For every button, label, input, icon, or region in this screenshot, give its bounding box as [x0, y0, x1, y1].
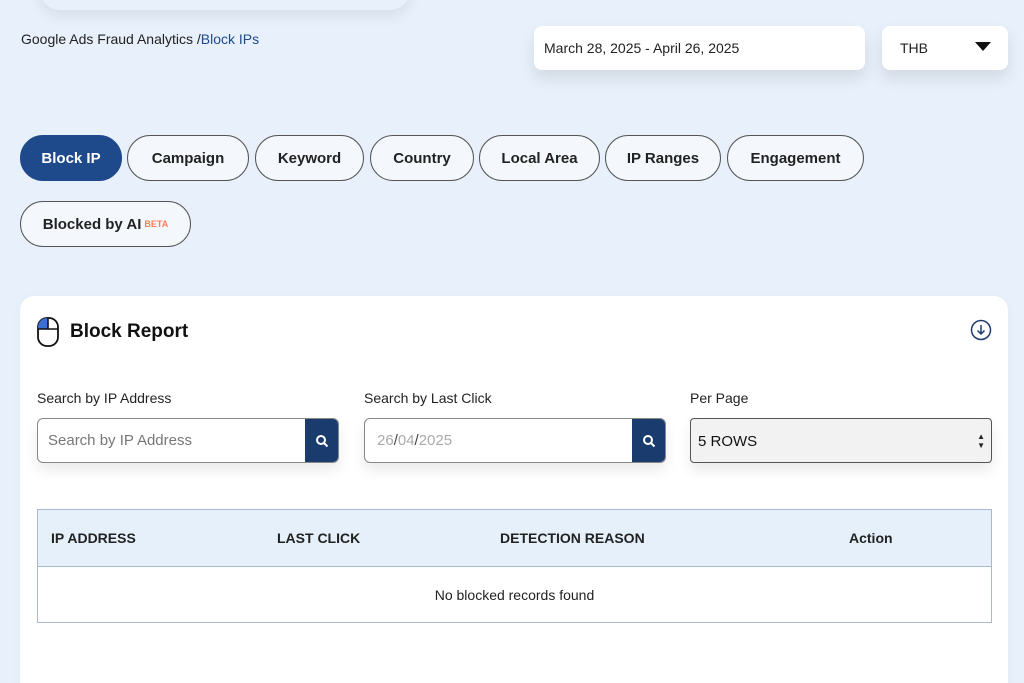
- date-year: 2025: [418, 432, 453, 449]
- search-click-button[interactable]: [632, 419, 665, 462]
- column-ip-address: IP ADDRESS: [51, 530, 136, 546]
- card-title: Block Report: [70, 321, 189, 342]
- tab-keyword[interactable]: Keyword: [255, 135, 364, 181]
- currency-dropdown[interactable]: THB: [882, 26, 1008, 70]
- currency-value: THB: [900, 40, 928, 56]
- select-arrows-icon: ▲ ▼: [977, 432, 985, 450]
- tab-label: Blocked by AI: [42, 215, 142, 233]
- tab-label: IP Ranges: [626, 149, 700, 167]
- tab-label: Engagement: [750, 149, 841, 167]
- tab-country[interactable]: Country: [370, 135, 474, 181]
- search-icon: [315, 434, 328, 447]
- tab-engagement[interactable]: Engagement: [727, 135, 864, 181]
- tab-label: Block IP: [41, 149, 101, 167]
- tab-label: Country: [393, 149, 451, 167]
- column-detection-reason: DETECTION REASON: [500, 530, 645, 546]
- download-icon[interactable]: [970, 319, 992, 341]
- tab-label: Keyword: [277, 149, 342, 167]
- table-header: IP ADDRESS LAST CLICK DETECTION REASON A…: [38, 510, 991, 567]
- beta-badge: BETA: [144, 219, 169, 229]
- column-last-click: LAST CLICK: [277, 530, 361, 546]
- tab-blocked-by-ai[interactable]: Blocked by AI BETA: [20, 201, 191, 247]
- date-month: 04: [397, 432, 415, 449]
- column-action: Action: [849, 530, 893, 546]
- per-page-value: 5 ROWS: [698, 433, 758, 450]
- search-ip-label: Search by IP Address: [37, 390, 172, 406]
- search-click-field[interactable]: 26/04/2025: [364, 418, 666, 463]
- tab-label: Campaign: [151, 149, 225, 167]
- top-bar-decoration: [40, 0, 410, 10]
- breadcrumb-current: Block IPs: [200, 31, 260, 47]
- tab-campaign[interactable]: Campaign: [127, 135, 249, 181]
- tab-ip-ranges[interactable]: IP Ranges: [605, 135, 721, 181]
- per-page-label: Per Page: [690, 390, 749, 406]
- breadcrumb-parent[interactable]: Google Ads Fraud Analytics /: [21, 31, 201, 47]
- search-ip-input[interactable]: [38, 419, 338, 462]
- block-report-card: Block Report Search by IP Address Search…: [20, 296, 1008, 683]
- search-icon: [642, 434, 655, 447]
- date-range-picker[interactable]: March 28, 2025 - April 26, 2025: [534, 26, 865, 70]
- tab-label: Local Area: [501, 149, 578, 167]
- date-day: 26: [377, 432, 394, 449]
- empty-table-message: No blocked records found: [434, 587, 595, 603]
- search-click-label: Search by Last Click: [364, 390, 492, 406]
- date-input-value: 26/04/2025: [377, 432, 452, 449]
- search-ip-field: [37, 418, 339, 463]
- tab-local-area[interactable]: Local Area: [479, 135, 600, 181]
- block-report-table: IP ADDRESS LAST CLICK DETECTION REASON A…: [37, 509, 992, 623]
- search-ip-button[interactable]: [305, 419, 338, 462]
- per-page-select[interactable]: 5 ROWS ▲ ▼: [690, 418, 992, 463]
- mouse-icon: [37, 317, 59, 347]
- caret-down-icon: [975, 42, 991, 51]
- tab-block-ip[interactable]: Block IP: [20, 135, 122, 181]
- breadcrumb: Google Ads Fraud Analytics /Block IPs: [21, 31, 259, 47]
